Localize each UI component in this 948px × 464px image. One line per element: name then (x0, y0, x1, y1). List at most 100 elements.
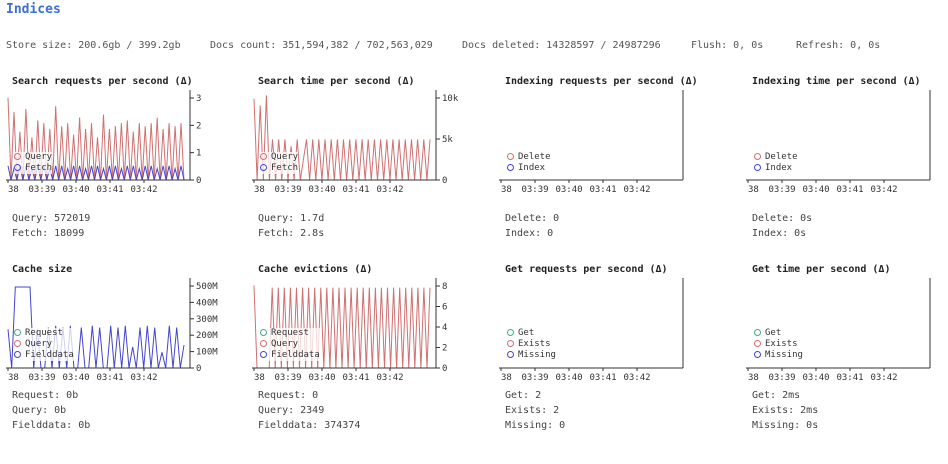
x-tick-label: 03:42 (623, 373, 650, 382)
chart-current-values: Delete: 0 Index: 0 (505, 211, 559, 241)
chart-current-values: Get: 2 Exists: 2 Missing: 0 (505, 388, 565, 433)
legend-swatch-icon (754, 351, 761, 358)
legend-swatch-icon (14, 164, 21, 171)
y-tick-label: 200M (196, 331, 218, 341)
indexing-time-panel: Indexing time per second (Δ) 3:38 03:39 03:… (746, 76, 948, 276)
chart-legend: Query Fetch (14, 152, 53, 174)
y-tick-label: 400M (196, 298, 218, 308)
x-tick-label: 03:39 (521, 373, 548, 382)
search-time-panel: Search time per second (Δ) 0 5k 10k 3:38 03:3… (252, 76, 482, 276)
x-tick-label: 03:42 (130, 373, 157, 382)
legend-swatch-icon (14, 340, 21, 347)
y-tick-label: 4 (442, 323, 447, 333)
chart-current-values: Query: 1.7d Fetch: 2.8s (258, 211, 324, 241)
x-tick-label: 03:41 (96, 373, 123, 382)
legend-item: Exists (507, 339, 556, 350)
chart-title: Cache evictions (Δ) (258, 264, 373, 275)
x-tick-label: 3:38 (6, 185, 19, 194)
legend-label: Fetch (25, 163, 53, 173)
legend-swatch-icon (754, 329, 761, 336)
get-requests-panel: Get requests per second (Δ) 3:38 03:39 03:4… (499, 264, 729, 464)
legend-label: Index (765, 163, 793, 173)
legend-item: Exists (754, 339, 803, 350)
value-readout: Delete: 0s (752, 213, 813, 224)
chart-legend: Request Query Fielddata (260, 328, 320, 361)
value-readout: Exists: 2 (505, 405, 560, 416)
legend-item: Fetch (14, 163, 52, 174)
x-tick-label: 03:40 (802, 373, 829, 382)
value-readout: Request: 0b (12, 390, 79, 401)
x-tick-label: 03:40 (62, 373, 89, 382)
chart-title: Get requests per second (Δ) (505, 264, 668, 275)
legend-item: Query (260, 152, 298, 163)
y-tick-label: 100M (196, 348, 218, 358)
x-tick-label: 03:41 (836, 185, 863, 194)
legend-item: Fielddata (260, 350, 320, 361)
x-tick-label: 03:41 (589, 185, 616, 194)
legend-swatch-icon (260, 153, 267, 160)
legend-label: Exists (518, 339, 551, 349)
legend-item: Query (260, 339, 320, 350)
x-tick-label: 03:41 (589, 373, 616, 382)
value-readout: Missing: 0 (505, 420, 566, 431)
legend-label: Query (25, 339, 53, 349)
legend-swatch-icon (507, 329, 514, 336)
value-readout: Query: 572019 (12, 213, 91, 224)
value-readout: Missing: 0s (752, 420, 819, 431)
legend-label: Missing (518, 350, 556, 360)
legend-label: Missing (765, 350, 803, 360)
legend-item: Index (507, 163, 551, 174)
y-tick-label: 10k (442, 94, 459, 104)
docs-deleted-stat: Docs deleted: 14328597 / 24987296 (462, 40, 661, 51)
chart-title: Indexing time per second (Δ) (752, 76, 921, 87)
x-tick-label: 03:42 (623, 185, 650, 194)
y-tick-label: 1 (196, 149, 201, 159)
chart-svg: 0 1 2 3 3:38 03:39 03:40 03:41 03:42 (6, 90, 201, 194)
value-readout: Delete: 0 (505, 213, 560, 224)
y-tick-label: 0 (196, 176, 201, 186)
x-tick-label: 03:42 (376, 185, 403, 194)
x-tick-label: 03:42 (130, 185, 157, 194)
cache-size-panel: Cache size 0 100M 200M 300M 400M 500M 3:38 03:39… (6, 264, 236, 464)
refresh-stat: Refresh: 0, 0s (796, 40, 881, 51)
legend-item: Delete (754, 152, 798, 163)
legend-item: Get (754, 328, 803, 339)
y-tick-label: 0 (442, 176, 447, 186)
x-tick-label: 3:38 (6, 373, 19, 382)
chart-title: Get time per second (Δ) (752, 264, 891, 275)
legend-label: Fetch (271, 163, 299, 173)
legend-label: Request (271, 328, 309, 338)
x-tick-label: 03:40 (62, 185, 89, 194)
legend-swatch-icon (14, 351, 21, 358)
chart-title: Indexing requests per second (Δ) (505, 76, 698, 87)
value-readout: Fielddata: 374374 (258, 420, 361, 431)
chart-legend: Delete Index (507, 152, 551, 174)
x-tick-label: 03:39 (521, 185, 548, 194)
chart-legend: Get Exists Missing (507, 328, 556, 361)
chart-legend: Get Exists Missing (754, 328, 803, 361)
x-tick-label: 03:39 (28, 373, 55, 382)
legend-label: Query (271, 152, 299, 162)
value-readout: Fetch: 18099 (12, 228, 85, 239)
x-tick-label: 03:39 (274, 373, 301, 382)
legend-swatch-icon (14, 329, 21, 336)
chart-current-values: Request: 0 Query: 2349 Fielddata: 374374 (258, 388, 360, 433)
docs-count-stat: Docs count: 351,594,382 / 702,563,029 (210, 40, 433, 51)
legend-item: Query (14, 152, 52, 163)
legend-label: Delete (765, 152, 798, 162)
chart-svg: 0 5k 10k 3:38 03:39 03:40 03:41 03:42 (252, 90, 459, 194)
chart-area: 0 1 2 3 3:38 03:39 03:40 03:41 03:42 (6, 88, 226, 194)
legend-swatch-icon (754, 340, 761, 347)
x-tick-label: 3:38 (499, 185, 512, 194)
y-tick-label: 3 (196, 94, 201, 104)
legend-label: Get (518, 328, 535, 338)
legend-label: Fielddata (271, 350, 320, 360)
x-tick-label: 03:40 (555, 373, 582, 382)
x-tick-label: 03:40 (555, 185, 582, 194)
x-tick-label: 03:41 (836, 373, 863, 382)
value-readout: Query: 1.7d (258, 213, 325, 224)
legend-item: Fielddata (14, 350, 74, 361)
legend-swatch-icon (754, 164, 761, 171)
store-size-stat: Store size: 200.6gb / 399.2gb (6, 40, 181, 51)
x-tick-label: 03:41 (96, 185, 123, 194)
